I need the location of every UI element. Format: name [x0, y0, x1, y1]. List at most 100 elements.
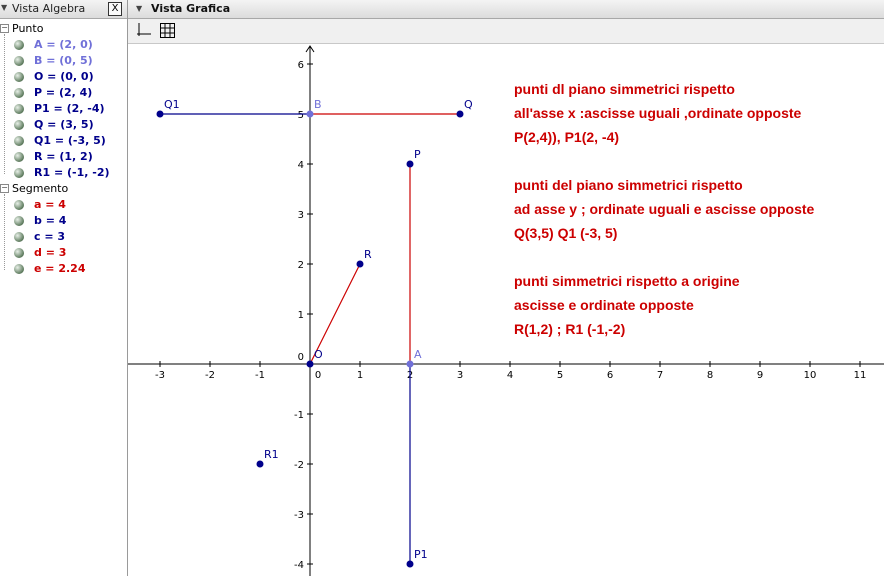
tree-item-label: d = 3	[34, 246, 67, 259]
algebra-view-header[interactable]: ▼ Vista Algebra X	[0, 0, 127, 19]
y-tick-label: -1	[294, 410, 304, 421]
y-tick-label: -4	[294, 560, 304, 571]
y-tick-label: 3	[298, 210, 304, 221]
collapse-minus-icon[interactable]: −	[0, 184, 9, 193]
point-label-r1: R1	[264, 448, 279, 461]
x-tick-label: 5	[557, 370, 563, 381]
visibility-ball-icon[interactable]	[14, 136, 24, 146]
grid-toggle-button[interactable]	[159, 22, 176, 39]
y-tick-label: 0	[298, 352, 304, 363]
graphics-view-title: Vista Grafica	[151, 2, 231, 15]
annotation-text-line: punti simmetrici rispetto a origine	[514, 273, 740, 289]
visibility-ball-icon[interactable]	[14, 72, 24, 82]
annotation-text-line: P(2,4)), P1(2, -4)	[514, 129, 619, 145]
x-tick-label: -1	[255, 370, 265, 381]
point-label-p1: P1	[414, 548, 428, 561]
graphics-toolbar	[128, 19, 884, 44]
x-tick-label: 4	[507, 370, 513, 381]
x-tick-label: 0	[315, 370, 321, 381]
x-tick-label: -3	[155, 370, 165, 381]
x-tick-label: 6	[607, 370, 613, 381]
x-tick-label: 11	[854, 370, 867, 381]
algebra-view-title: Vista Algebra	[12, 2, 86, 15]
collapse-arrow-icon[interactable]: ▼	[1, 3, 7, 12]
tree-item-label: e = 2.24	[34, 262, 86, 275]
annotation-text-line: ascisse e ordinate opposte	[514, 297, 694, 313]
point-label-o: O	[314, 348, 323, 361]
point-label-q1: Q1	[164, 98, 180, 111]
graphics-canvas[interactable]: -3-2-101234567891011-4-3-2-10123456ABOPP…	[128, 44, 884, 576]
tree-item-label: a = 4	[34, 198, 66, 211]
annotation-text-line: punti dl piano simmetrici rispetto	[514, 81, 735, 97]
visibility-ball-icon[interactable]	[14, 264, 24, 274]
visibility-ball-icon[interactable]	[14, 200, 24, 210]
point-b[interactable]	[306, 110, 314, 118]
tree-connector-line	[4, 194, 5, 270]
axes-toggle-button[interactable]	[135, 22, 152, 39]
visibility-ball-icon[interactable]	[14, 152, 24, 162]
visibility-ball-icon[interactable]	[14, 40, 24, 50]
visibility-ball-icon[interactable]	[14, 168, 24, 178]
x-tick-label: 8	[707, 370, 713, 381]
x-tick-label: -2	[205, 370, 215, 381]
annotation-text-line: ad asse y ; ordinate uguali e ascisse op…	[514, 201, 815, 217]
x-tick-label: 1	[357, 370, 363, 381]
graphics-view-header[interactable]: ▼ Vista Grafica	[128, 0, 884, 19]
point-label-p: P	[414, 148, 421, 161]
point-label-q: Q	[464, 98, 473, 111]
visibility-ball-icon[interactable]	[14, 88, 24, 98]
tree-item-label: B = (0, 5)	[34, 54, 93, 67]
annotation-text-line: punti del piano simmetrici rispetto	[514, 177, 743, 193]
visibility-ball-icon[interactable]	[14, 232, 24, 242]
point-o[interactable]	[306, 360, 314, 368]
x-tick-label: 10	[804, 370, 817, 381]
collapse-minus-icon[interactable]: −	[0, 24, 9, 33]
axes-toggle-icon	[137, 23, 151, 36]
point-p[interactable]	[406, 160, 414, 168]
annotation-text-line: all'asse x :ascisse uguali ,ordinate opp…	[514, 105, 802, 121]
tree-group-label: Segmento	[12, 182, 69, 195]
tree-item-label: R1 = (-1, -2)	[34, 166, 110, 179]
y-tick-label: -3	[294, 510, 304, 521]
tree-item-label: Q = (3, 5)	[34, 118, 94, 131]
y-tick-label: -2	[294, 460, 304, 471]
point-label-r: R	[364, 248, 372, 261]
tree-item-label: c = 3	[34, 230, 66, 243]
x-tick-label: 3	[457, 370, 463, 381]
y-tick-label: 5	[298, 110, 304, 121]
algebra-view: ▼ Vista Algebra X − Punto A = (2, 0) B = (0…	[0, 0, 128, 576]
tree-item-label: P = (2, 4)	[34, 86, 93, 99]
y-tick-label: 4	[298, 160, 304, 171]
tree-item-label: A = (2, 0)	[34, 38, 93, 51]
tree-connector-line	[4, 34, 5, 174]
point-a[interactable]	[406, 360, 414, 368]
collapse-arrow-icon[interactable]: ▼	[136, 4, 142, 13]
visibility-ball-icon[interactable]	[14, 216, 24, 226]
tree-item-label: R = (1, 2)	[34, 150, 93, 163]
x-tick-label: 7	[657, 370, 663, 381]
point-q[interactable]	[456, 110, 464, 118]
point-r[interactable]	[356, 260, 364, 268]
visibility-ball-icon[interactable]	[14, 56, 24, 66]
point-label-a: A	[414, 348, 422, 361]
visibility-ball-icon[interactable]	[14, 120, 24, 130]
visibility-ball-icon[interactable]	[14, 104, 24, 114]
point-label-b: B	[314, 98, 322, 111]
point-p1[interactable]	[406, 560, 414, 568]
grid-toggle-icon	[160, 23, 175, 38]
y-tick-label: 1	[298, 310, 304, 321]
tree-item-label: O = (0, 0)	[34, 70, 94, 83]
point-r1[interactable]	[256, 460, 264, 468]
tree-item-label: b = 4	[34, 214, 67, 227]
visibility-ball-icon[interactable]	[14, 248, 24, 258]
annotation-text-line: Q(3,5) Q1 (-3, 5)	[514, 225, 617, 241]
point-q1[interactable]	[156, 110, 164, 118]
x-tick-label: 9	[757, 370, 763, 381]
tree-item-label: P1 = (2, -4)	[34, 102, 105, 115]
tree-item-label: Q1 = (-3, 5)	[34, 134, 106, 147]
close-algebra-view-button[interactable]: X	[108, 2, 122, 16]
tree-group-label: Punto	[12, 22, 44, 35]
y-tick-label: 2	[298, 260, 304, 271]
y-tick-label: 6	[298, 60, 304, 71]
annotation-text-line: R(1,2) ; R1 (-1,-2)	[514, 321, 625, 337]
